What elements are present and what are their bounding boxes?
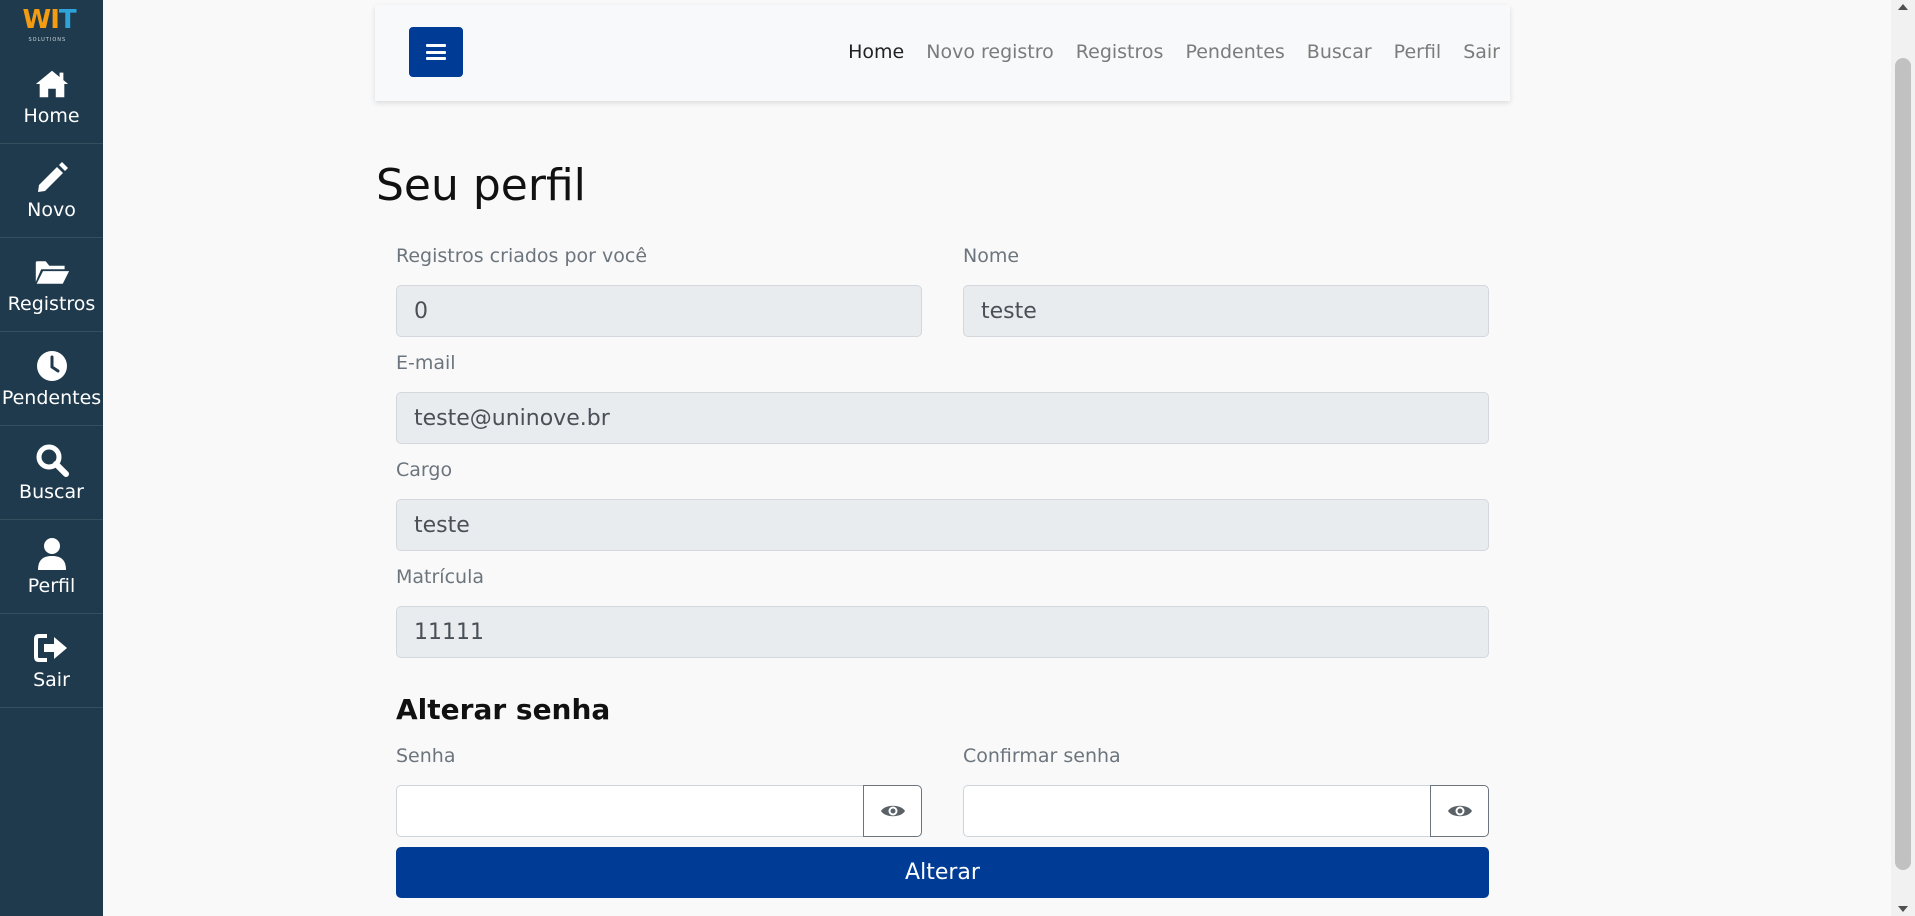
sidebar-item-pendentes[interactable]: Pendentes: [0, 332, 103, 426]
menu-toggle-button[interactable]: [409, 27, 463, 77]
home-icon: [34, 67, 70, 101]
change-password-heading: Alterar senha: [396, 693, 611, 726]
registration-field[interactable]: 11111: [396, 606, 1489, 658]
sidebar-item-perfil[interactable]: Perfil: [0, 520, 103, 614]
clock-icon: [34, 349, 70, 383]
registration-label: Matrícula: [396, 566, 484, 588]
page-title: Seu perfil: [376, 160, 586, 211]
nav-link-buscar[interactable]: Buscar: [1307, 41, 1372, 63]
nav-link-sair[interactable]: Sair: [1463, 41, 1500, 63]
sidebar-item-sair[interactable]: Sair: [0, 614, 103, 708]
sidebar-item-label: Sair: [33, 668, 70, 691]
hamburger-icon: [426, 44, 446, 60]
folder-open-icon: [34, 255, 70, 289]
sidebar-item-label: Buscar: [19, 480, 84, 503]
sidebar-item-novo[interactable]: Novo: [0, 144, 103, 238]
nav-link-novo-registro[interactable]: Novo registro: [926, 41, 1054, 63]
scroll-down-arrow-icon[interactable]: [1898, 906, 1908, 912]
scrollbar-thumb[interactable]: [1895, 58, 1911, 870]
eye-icon: [880, 805, 905, 817]
nav-link-home[interactable]: Home: [848, 41, 904, 63]
role-field[interactable]: teste: [396, 499, 1489, 551]
top-navbar: Home Novo registro Registros Pendentes B…: [375, 5, 1510, 101]
sidebar-item-label: Perfil: [27, 574, 76, 597]
sidebar-item-buscar[interactable]: Buscar: [0, 426, 103, 520]
sidebar-item-label: Home: [23, 104, 80, 127]
brand-logo-icon: WIT SOLUTIONS: [22, 5, 77, 43]
nav-link-perfil[interactable]: Perfil: [1394, 41, 1442, 63]
records-count-field[interactable]: 0: [396, 285, 922, 337]
confirm-password-label: Confirmar senha: [963, 745, 1121, 767]
sidebar-item-registros[interactable]: Registros: [0, 238, 103, 332]
name-field[interactable]: teste: [963, 285, 1489, 337]
role-label: Cargo: [396, 459, 453, 481]
email-label: E-mail: [396, 352, 456, 374]
page-scrollbar[interactable]: [1891, 0, 1915, 916]
user-icon: [34, 537, 70, 571]
sidebar-item-label: Novo: [27, 198, 76, 221]
sidebar-item-home[interactable]: Home: [0, 50, 103, 144]
confirm-password-input[interactable]: [963, 785, 1431, 837]
nav-link-pendentes[interactable]: Pendentes: [1185, 41, 1284, 63]
sign-out-icon: [33, 631, 70, 665]
password-input[interactable]: [396, 785, 864, 837]
eye-icon: [1447, 805, 1472, 817]
logo[interactable]: WIT SOLUTIONS: [0, 0, 103, 50]
pencil-icon: [34, 161, 70, 195]
toggle-password-visibility-button[interactable]: [863, 785, 922, 837]
records-count-label: Registros criados por você: [396, 245, 648, 267]
change-password-submit-button[interactable]: Alterar: [396, 847, 1489, 898]
sidebar-item-label: Pendentes: [1, 386, 102, 409]
nav-links: Home Novo registro Registros Pendentes B…: [826, 41, 1500, 63]
name-label: Nome: [963, 245, 1020, 267]
sidebar-item-label: Registros: [7, 292, 96, 315]
nav-link-registros[interactable]: Registros: [1076, 41, 1164, 63]
toggle-confirm-visibility-button[interactable]: [1430, 785, 1489, 837]
email-field[interactable]: teste@uninove.br: [396, 392, 1489, 444]
search-icon: [34, 443, 70, 477]
scroll-up-arrow-icon[interactable]: [1898, 4, 1908, 10]
sidebar: WIT SOLUTIONS Home Novo Registros Penden…: [0, 0, 103, 916]
password-label: Senha: [396, 745, 456, 767]
